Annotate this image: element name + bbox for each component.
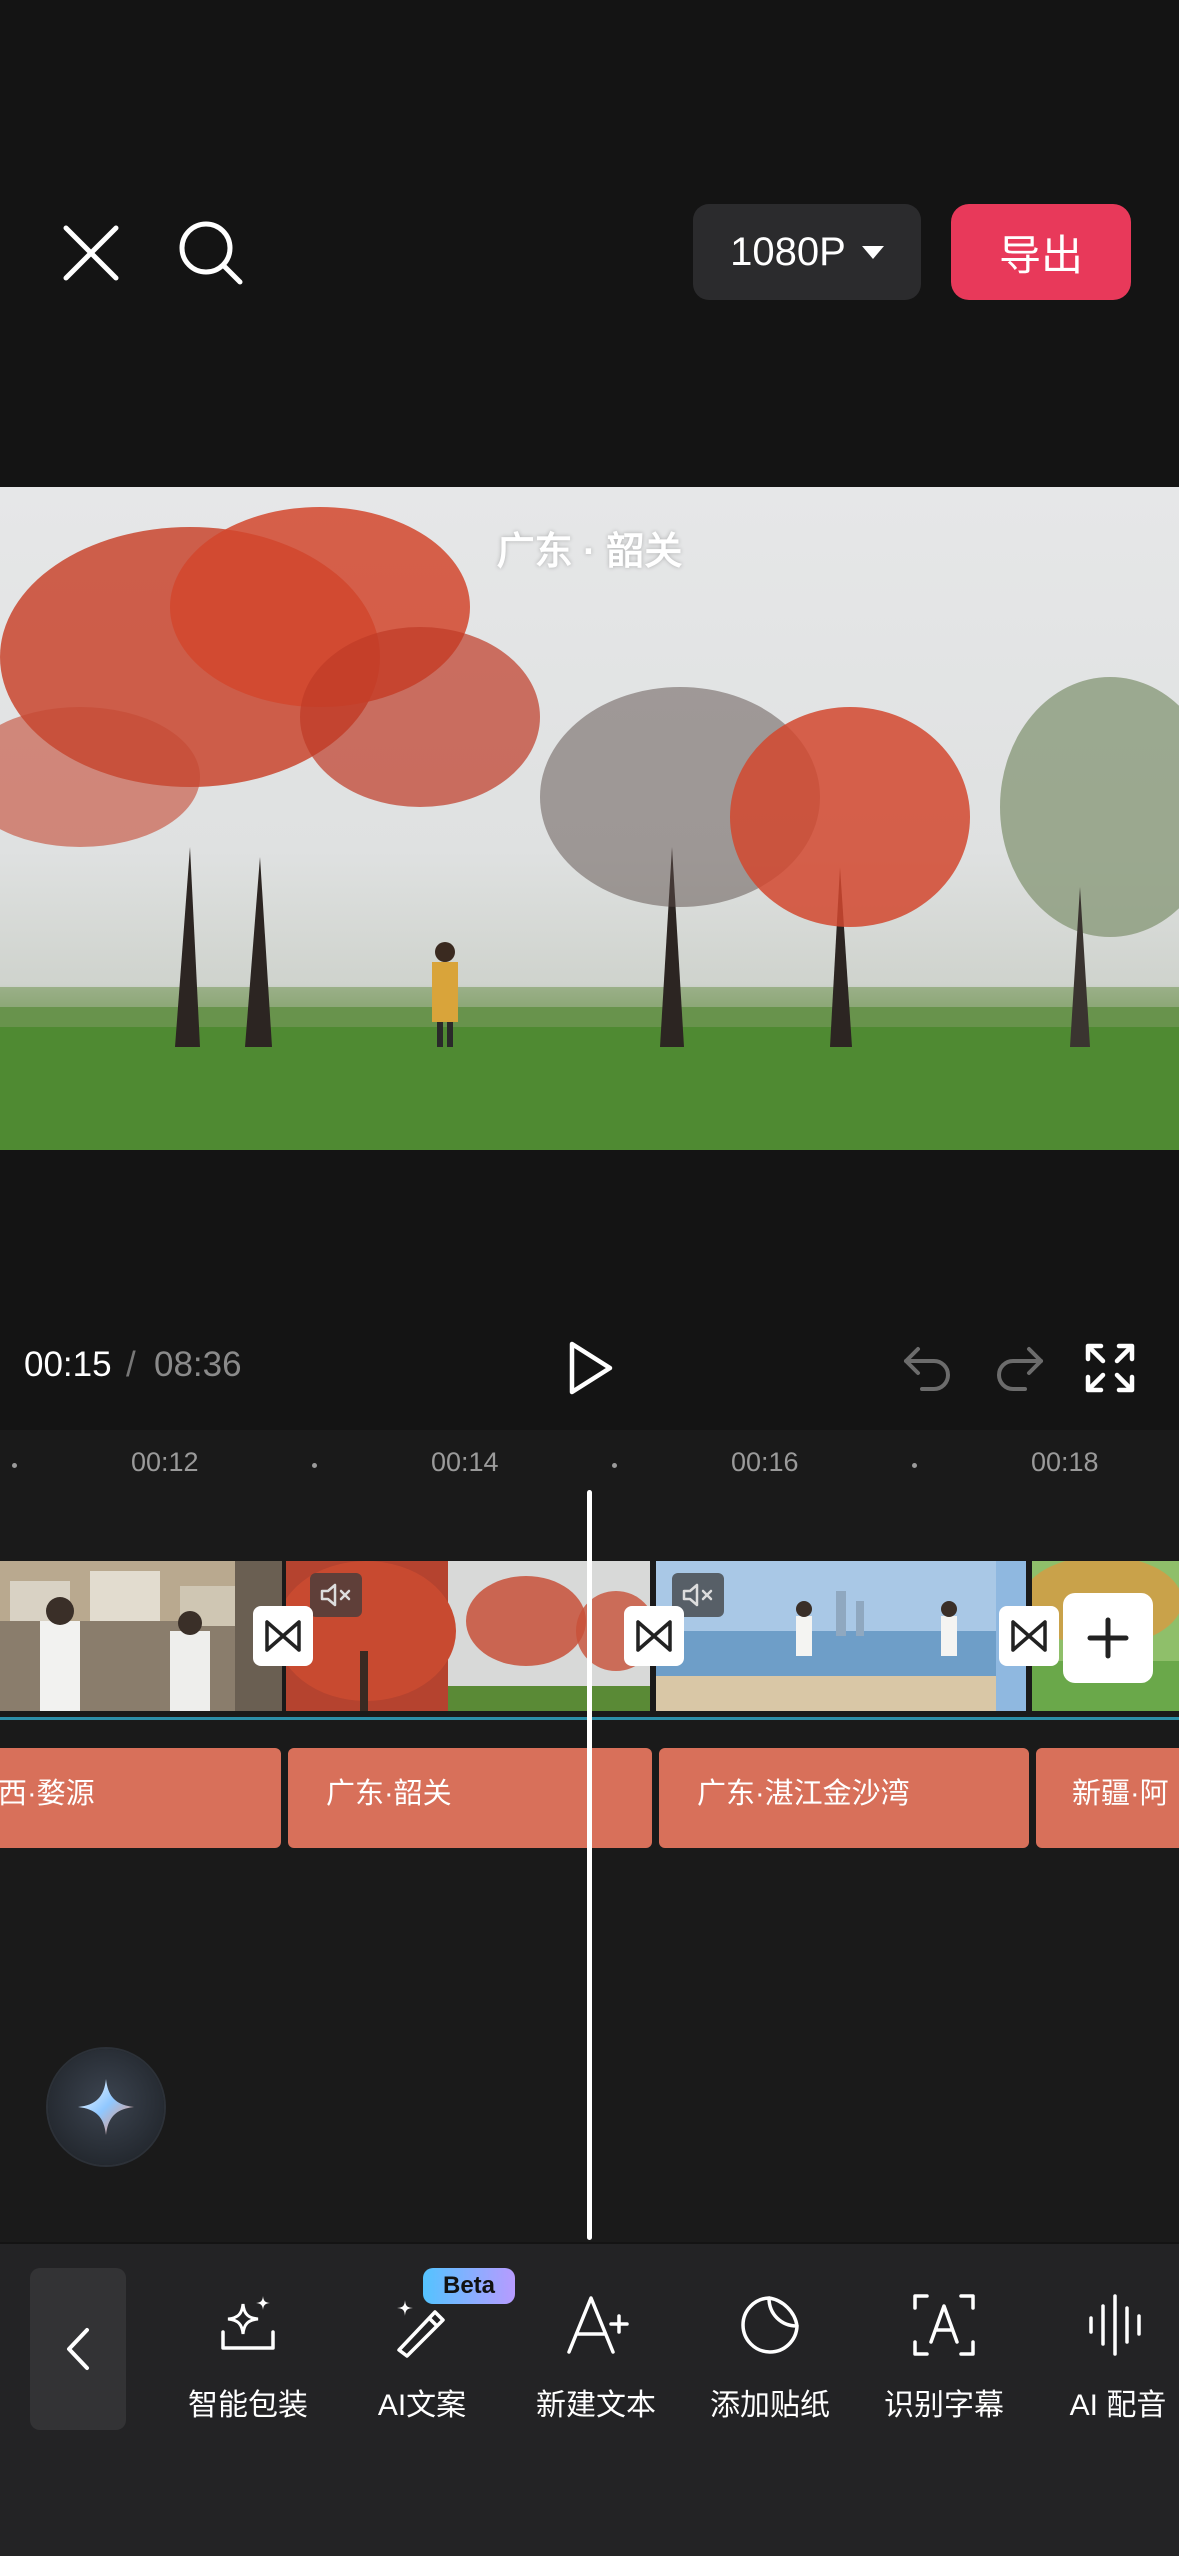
transition-icon bbox=[1011, 1620, 1047, 1652]
undo-button[interactable] bbox=[902, 1343, 954, 1391]
text-clip[interactable]: 广东·湛江金沙湾 bbox=[659, 1748, 1029, 1848]
text-clip-label: 西·婺源 bbox=[0, 1778, 95, 1810]
tool-label: 智能包装 bbox=[188, 2389, 308, 2422]
video-clip[interactable] bbox=[286, 1561, 650, 1711]
ruler-tick bbox=[12, 1463, 17, 1468]
export-label: 导出 bbox=[998, 231, 1083, 279]
tool-smart-package[interactable]: 智能包装 bbox=[168, 2290, 328, 2430]
redo-button[interactable] bbox=[993, 1343, 1045, 1391]
video-preview[interactable] bbox=[0, 487, 1179, 1150]
muted-badge bbox=[310, 1573, 362, 1617]
ruler-tick bbox=[912, 1463, 917, 1468]
undo-icon bbox=[904, 1347, 950, 1391]
subtitle-recognize-icon bbox=[913, 2294, 975, 2356]
tool-recognize-subtitles[interactable]: 识别字幕 bbox=[864, 2290, 1024, 2430]
mute-icon bbox=[320, 1583, 351, 1607]
ruler-label: 00:12 bbox=[131, 1447, 199, 1477]
transition-icon bbox=[636, 1620, 672, 1652]
voice-wave-icon bbox=[1089, 2294, 1141, 2356]
export-button[interactable]: 导出 bbox=[951, 204, 1131, 300]
resolution-dropdown[interactable]: 1080P bbox=[693, 204, 921, 300]
text-add-icon bbox=[567, 2296, 629, 2354]
resolution-label: 1080P bbox=[730, 229, 846, 274]
tool-add-sticker[interactable]: 添加贴纸 bbox=[690, 2290, 850, 2430]
video-clip[interactable] bbox=[656, 1561, 1026, 1711]
time-separator: / bbox=[126, 1345, 136, 1384]
ruler-label: 00:14 bbox=[431, 1447, 499, 1477]
current-time: 00:15 bbox=[24, 1345, 112, 1384]
ruler-tick bbox=[312, 1463, 317, 1468]
sticker-icon bbox=[741, 2296, 799, 2354]
search-icon bbox=[179, 221, 243, 285]
video-clip[interactable] bbox=[0, 1561, 282, 1711]
chevron-left-icon bbox=[67, 2328, 89, 2370]
tool-label: 添加贴纸 bbox=[710, 2389, 830, 2422]
redo-icon bbox=[997, 1347, 1043, 1391]
transition-button[interactable] bbox=[253, 1606, 313, 1666]
tool-label: AI 配音 bbox=[1069, 2389, 1167, 2422]
ruler-label: 00:16 bbox=[731, 1447, 799, 1477]
tool-new-text[interactable]: 新建文本 bbox=[516, 2290, 676, 2430]
total-time: 08:36 bbox=[154, 1345, 242, 1384]
tool-label: 新建文本 bbox=[536, 2389, 656, 2422]
tool-ai-voiceover[interactable]: AI 配音 bbox=[1038, 2290, 1179, 2430]
ruler-tick bbox=[612, 1463, 617, 1468]
mute-icon bbox=[682, 1583, 713, 1607]
ai-assistant-button[interactable] bbox=[48, 2049, 164, 2165]
tool-label: 识别字幕 bbox=[884, 2389, 1004, 2422]
add-clip-button[interactable] bbox=[1063, 1593, 1153, 1683]
search-button[interactable] bbox=[176, 218, 246, 288]
text-clip[interactable]: 广东·韶关 bbox=[288, 1748, 652, 1848]
tool-ai-copywriting[interactable]: AI文案 bbox=[342, 2290, 502, 2430]
transition-button[interactable] bbox=[999, 1606, 1059, 1666]
playhead[interactable] bbox=[587, 1490, 592, 2240]
text-clip-label: 新疆·阿 bbox=[1072, 1778, 1169, 1810]
sparkle-box-icon bbox=[221, 2296, 275, 2350]
close-button[interactable] bbox=[60, 222, 122, 284]
play-icon bbox=[569, 1341, 613, 1395]
text-clip-label: 广东·韶关 bbox=[326, 1778, 452, 1810]
fullscreen-icon bbox=[1085, 1343, 1135, 1393]
text-clip[interactable]: 西·婺源 bbox=[0, 1748, 281, 1848]
caret-down-icon bbox=[861, 245, 884, 259]
text-clip-label: 广东·湛江金沙湾 bbox=[697, 1778, 910, 1810]
play-button[interactable] bbox=[566, 1340, 616, 1396]
transition-icon bbox=[265, 1620, 301, 1652]
clip-thumbnail bbox=[0, 1561, 282, 1711]
beta-badge: Beta bbox=[423, 2268, 515, 2304]
fullscreen-button[interactable] bbox=[1085, 1343, 1135, 1393]
close-icon bbox=[63, 225, 119, 281]
back-button[interactable] bbox=[30, 2268, 126, 2430]
tool-label: AI文案 bbox=[377, 2389, 467, 2422]
plus-icon bbox=[1087, 1617, 1129, 1659]
sparkle-icon bbox=[78, 2079, 134, 2135]
transition-button[interactable] bbox=[624, 1606, 684, 1666]
preview-scene-image bbox=[0, 507, 1179, 1150]
preview-caption: 广东 · 韶关 bbox=[496, 531, 683, 573]
ruler-label: 00:18 bbox=[1031, 1447, 1099, 1477]
text-clip[interactable]: 新疆·阿 bbox=[1036, 1748, 1179, 1848]
